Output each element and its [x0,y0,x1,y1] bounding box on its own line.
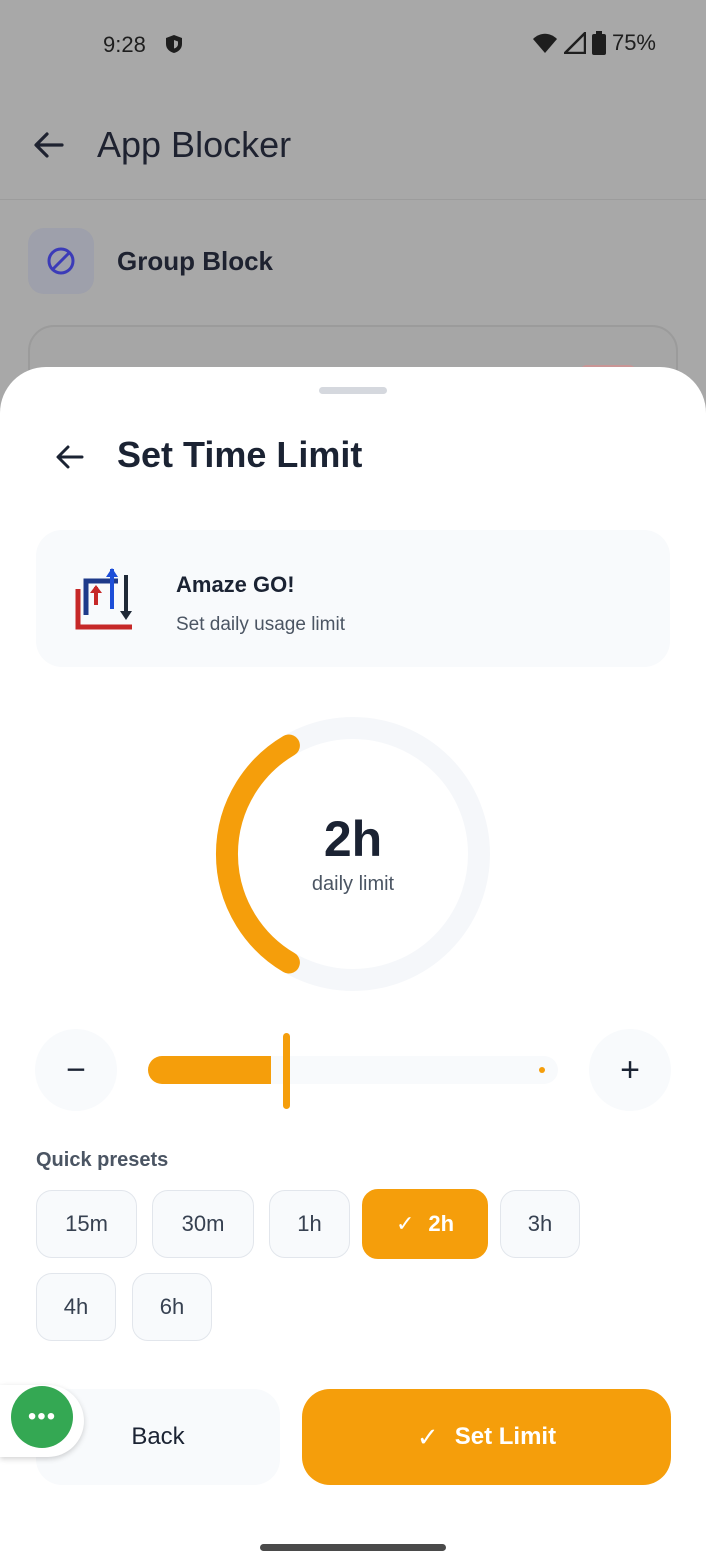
slider-thumb[interactable] [283,1033,290,1109]
preset-label: 6h [159,1294,185,1319]
signal-icon [563,32,586,54]
app-info-card: Amaze GO! Set daily usage limit [36,530,670,667]
preset-label: 15m [65,1211,108,1236]
slider-end-dot [539,1067,545,1073]
dial-value: 2h [323,811,383,867]
back-arrow-icon[interactable] [32,128,66,162]
preset-label: 3h [527,1211,553,1236]
check-icon: ✓ [416,1421,439,1452]
battery-percent: 75% [611,30,656,55]
system-indicators: 75% [532,30,656,56]
increase-button[interactable]: + [589,1029,671,1111]
app-subtitle: Set daily usage limit [176,614,345,635]
preset-15m[interactable]: 15m [36,1190,137,1258]
set-limit-label: Set Limit [454,1423,557,1450]
more-options-button[interactable]: ••• [11,1386,73,1448]
battery-icon [591,31,606,55]
dial-label: daily limit [311,873,395,895]
sheet-title: Set Time Limit [117,434,363,475]
preset-2h[interactable]: ✓ 2h [362,1189,488,1259]
back-button-label: Back [131,1423,185,1450]
wifi-icon [532,33,557,53]
group-icon-box [28,228,94,294]
time-limit-sheet: Set Time Limit Amaze GO! Set daily usage… [0,367,706,1568]
preset-label: 2h [428,1211,455,1236]
preset-6h[interactable]: 6h [132,1273,212,1341]
preset-1h[interactable]: 1h [269,1190,350,1258]
preset-4h[interactable]: 4h [36,1273,116,1341]
home-indicator[interactable] [260,1544,446,1551]
check-icon: ✓ [395,1211,415,1236]
group-block-row[interactable]: Group Block [28,228,273,294]
status-bar: 9:28 75% [0,0,706,90]
preset-3h[interactable]: 3h [500,1190,580,1258]
status-time: 9:28 [103,32,146,57]
app-name: Amaze GO! [176,572,295,597]
presets-label: Quick presets [36,1149,169,1171]
group-label: Group Block [117,245,274,276]
app-title: App Blocker [97,124,292,165]
more-icon: ••• [27,1403,57,1430]
drag-handle[interactable] [319,387,387,394]
app-header: App Blocker [0,100,706,200]
slider-fill [148,1056,271,1084]
preset-label: 4h [63,1294,89,1319]
preset-label: 30m [181,1211,225,1236]
time-slider[interactable] [148,1033,558,1109]
block-icon [47,247,75,275]
decrease-button[interactable]: − [35,1029,117,1111]
shield-icon [166,35,182,53]
preset-label: 1h [297,1211,322,1236]
preset-30m[interactable]: 30m [152,1190,254,1258]
set-limit-button[interactable]: ✓ Set Limit [302,1389,671,1485]
app-logo-icon [75,568,132,630]
sheet-back-arrow-icon[interactable] [54,441,86,473]
